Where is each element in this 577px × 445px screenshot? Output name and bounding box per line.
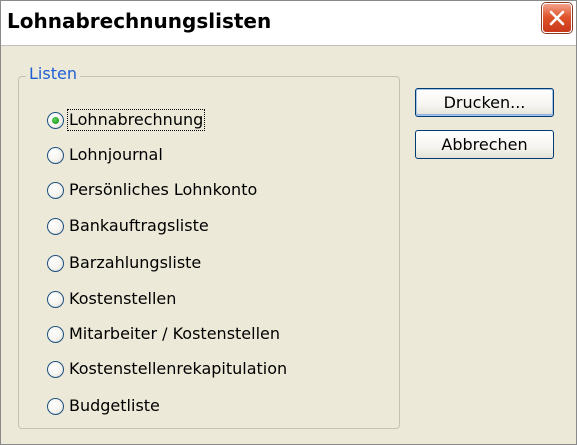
radio-label: Bankauftragsliste: [69, 216, 209, 235]
radio-button[interactable]: [47, 397, 64, 415]
close-icon: [549, 10, 565, 26]
print-button[interactable]: Drucken...: [415, 88, 554, 117]
radio-label: Persönliches Lohnkonto: [69, 180, 258, 199]
cancel-button[interactable]: Abbrechen: [415, 130, 554, 159]
radio-button[interactable]: [47, 254, 64, 272]
radio-label: Barzahlungsliste: [69, 253, 202, 272]
radio-option-persoenliches-lohnkonto[interactable]: Persönliches Lohnkonto: [47, 178, 258, 202]
radio-option-kostenstellenrekapitulation[interactable]: Kostenstellenrekapitulation: [47, 357, 288, 381]
radio-selected-dot: [52, 116, 59, 124]
radio-button[interactable]: [47, 111, 64, 129]
radio-button[interactable]: [47, 290, 64, 308]
radio-button[interactable]: [47, 146, 64, 164]
radio-label: Budgetliste: [69, 396, 160, 415]
radio-button[interactable]: [47, 217, 64, 235]
radio-label: Kostenstellenrekapitulation: [69, 359, 288, 378]
radio-option-budgetliste[interactable]: Budgetliste: [47, 394, 161, 418]
radio-label: Lohnjournal: [69, 145, 163, 164]
radio-option-mitarbeiter-kostenstellen[interactable]: Mitarbeiter / Kostenstellen: [47, 322, 281, 346]
radio-label: Kostenstellen: [69, 289, 177, 308]
radio-option-lohnjournal[interactable]: Lohnjournal: [47, 143, 164, 167]
groupbox-legend: Listen: [26, 64, 80, 84]
radio-button[interactable]: [47, 181, 64, 199]
radio-button[interactable]: [47, 325, 64, 343]
radio-label: Mitarbeiter / Kostenstellen: [69, 324, 281, 343]
window-title: Lohnabrechnungslisten: [7, 9, 272, 33]
title-bar[interactable]: Lohnabrechnungslisten: [1, 1, 576, 46]
radio-option-lohnabrechnung[interactable]: Lohnabrechnung: [47, 108, 206, 132]
radio-option-kostenstellen[interactable]: Kostenstellen: [47, 287, 177, 311]
radio-button[interactable]: [47, 360, 64, 378]
radio-option-barzahlungsliste[interactable]: Barzahlungsliste: [47, 251, 202, 275]
close-button[interactable]: [542, 3, 572, 33]
radio-label: Lohnabrechnung: [66, 109, 206, 131]
radio-option-bankauftragsliste[interactable]: Bankauftragsliste: [47, 214, 210, 238]
